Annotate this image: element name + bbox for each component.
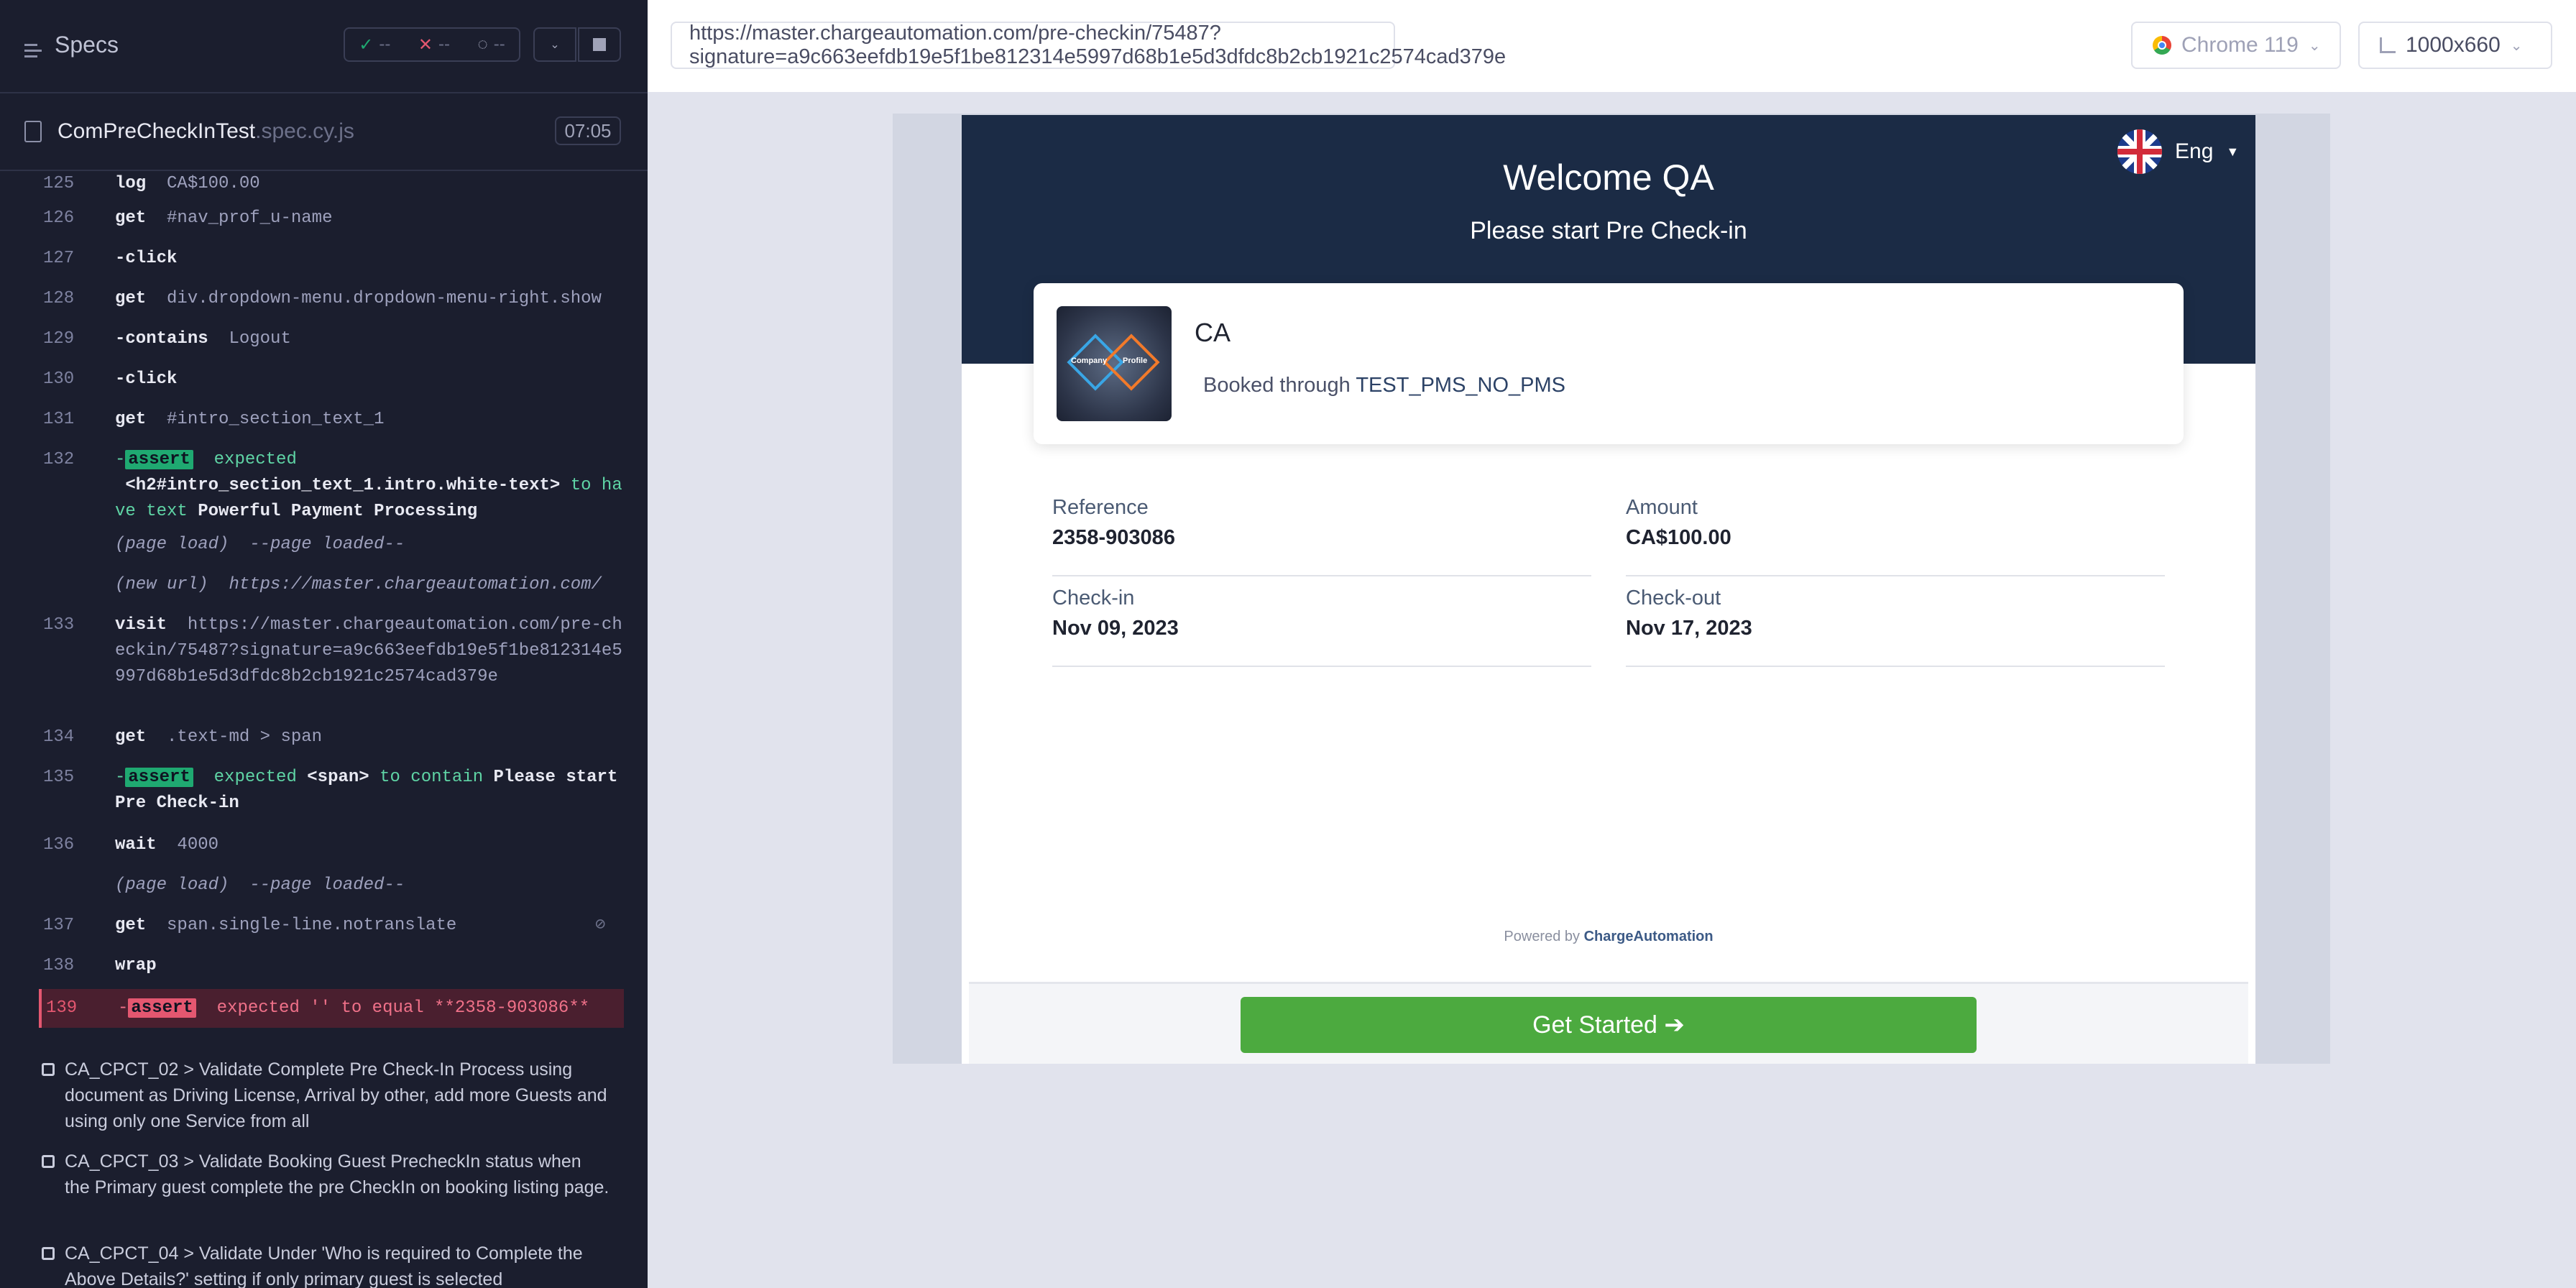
assert-badge: assert [125, 450, 193, 469]
menu-icon [24, 37, 45, 58]
powered-by: Powered by ChargeAutomation [1504, 929, 1714, 944]
test-status-icon [42, 1063, 55, 1076]
chevron-down-icon: ⌄ [2308, 37, 2321, 54]
get-started-button[interactable]: Get Started ➔ [1241, 997, 1977, 1053]
stop-icon [593, 38, 606, 51]
spec-timer: 07:05 [555, 116, 621, 145]
assert-badge: assert [125, 768, 193, 787]
viewport-selector[interactable]: 1000x660 ⌄ [2358, 22, 2552, 69]
failed-assert-row[interactable]: 139 - assert expected '' to equal **2358-… [39, 989, 624, 1028]
spec-name: ComPreCheckInTest.spec.cy.js [58, 119, 354, 143]
reporter-header: Specs ✓ -- ✕ -- ◌ -- ⌄ [0, 0, 648, 93]
checkout-field: Check-out Nov 17, 2023 [1626, 586, 2165, 667]
brand-link[interactable]: ChargeAutomation [1584, 929, 1714, 944]
checkin-field: Check-in Nov 09, 2023 [1052, 586, 1591, 667]
chevron-down-icon: ⌄ [2510, 37, 2523, 54]
pending-icon: ◌ [477, 34, 488, 54]
amount-field: Amount CA$100.00 [1626, 496, 2165, 576]
assert-badge: assert [128, 998, 196, 1018]
property-card: Company Profile CA Booked through TEST_PM… [1034, 283, 2184, 444]
footer-bar: Get Started ➔ [969, 982, 2248, 1064]
company-logo: Company Profile [1057, 306, 1172, 421]
url-bar[interactable]: https://master.chargeautomation.com/pre-… [671, 22, 1506, 69]
passed-count: ✓ -- [359, 34, 391, 55]
pre-checkin-page: Eng ▼ Welcome QA Please start Pre Check-… [962, 115, 2255, 1064]
cypress-reporter: Specs ✓ -- ✕ -- ◌ -- ⌄ ComPreCheckInTest.sp… [0, 0, 648, 1288]
expand-button[interactable]: ⌄ [533, 27, 576, 62]
chevron-down-icon: ⌄ [550, 39, 560, 51]
booked-through: Booked through TEST_PMS_NO_PMS [1203, 374, 1566, 397]
browser-selector[interactable]: Chrome 119 ⌄ [2131, 22, 2341, 69]
stop-button[interactable] [578, 27, 621, 62]
spec-row[interactable]: ComPreCheckInTest.spec.cy.js 07:05 [0, 95, 648, 171]
command-log: 125 log CA$100.00 126 get #nav_prof_u-na… [39, 171, 624, 1034]
file-icon [24, 121, 42, 142]
x-icon: ✕ [418, 34, 433, 55]
test-status-icon [42, 1155, 55, 1168]
reference-field: Reference 2358-903086 [1052, 496, 1591, 576]
aut-frame: Eng ▼ Welcome QA Please start Pre Check-… [893, 114, 2330, 1064]
ruler-icon [2380, 37, 2396, 53]
eye-slash-icon[interactable]: ⊘ [595, 913, 605, 939]
pending-count: ◌ -- [477, 34, 505, 54]
failed-count: ✕ -- [418, 34, 450, 55]
chrome-icon [2153, 36, 2171, 55]
welcome-heading: Welcome QA [1503, 157, 1714, 198]
subtitle: Please start Pre Check-in [1470, 217, 1747, 244]
specs-nav[interactable]: Specs [24, 32, 119, 58]
specs-title: Specs [55, 32, 119, 58]
browser-toolbar: https://master.chargeautomation.com/pre-… [648, 0, 2576, 92]
test-status-icon [42, 1247, 55, 1260]
property-name: CA [1195, 318, 1231, 347]
check-icon: ✓ [359, 34, 374, 55]
test-stats: ✓ -- ✕ -- ◌ -- [344, 27, 520, 62]
